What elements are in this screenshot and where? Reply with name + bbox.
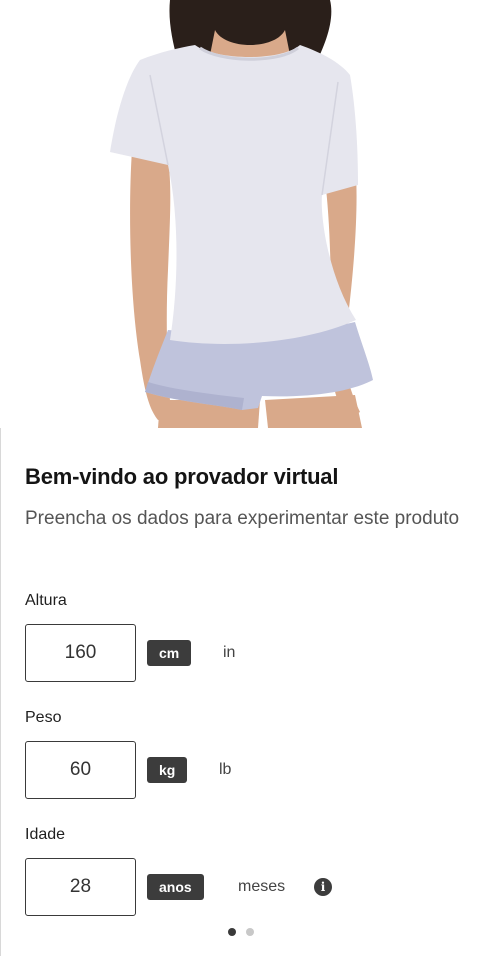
virtual-fitting-panel: Bem-vindo ao provador virtual Preencha o… [0,428,492,956]
height-unit-cm-toggle[interactable]: cm [147,640,192,666]
weight-unit-kg-toggle[interactable]: kg [147,757,188,783]
info-icon[interactable]: i [314,878,332,896]
pagination-dots [228,928,254,936]
page-subtitle: Preencha os dados para experimentar este… [25,508,460,529]
height-label: Altura [25,592,67,609]
weight-unit-lb-toggle[interactable]: lb [219,757,231,783]
model-photo [110,0,373,428]
weight-label: Peso [25,709,62,726]
age-unit-years-toggle[interactable]: anos [147,874,204,900]
height-unit-in-toggle[interactable]: in [223,640,235,666]
age-label: Idade [25,826,66,843]
age-unit-months-toggle[interactable]: meses [238,874,285,900]
page-dot-2[interactable] [246,928,254,936]
page-title: Bem-vindo ao provador virtual [25,464,339,489]
product-image [0,0,492,428]
weight-input[interactable] [25,741,136,799]
age-input[interactable] [25,858,136,916]
height-input[interactable] [25,624,136,682]
page-dot-1[interactable] [228,928,236,936]
